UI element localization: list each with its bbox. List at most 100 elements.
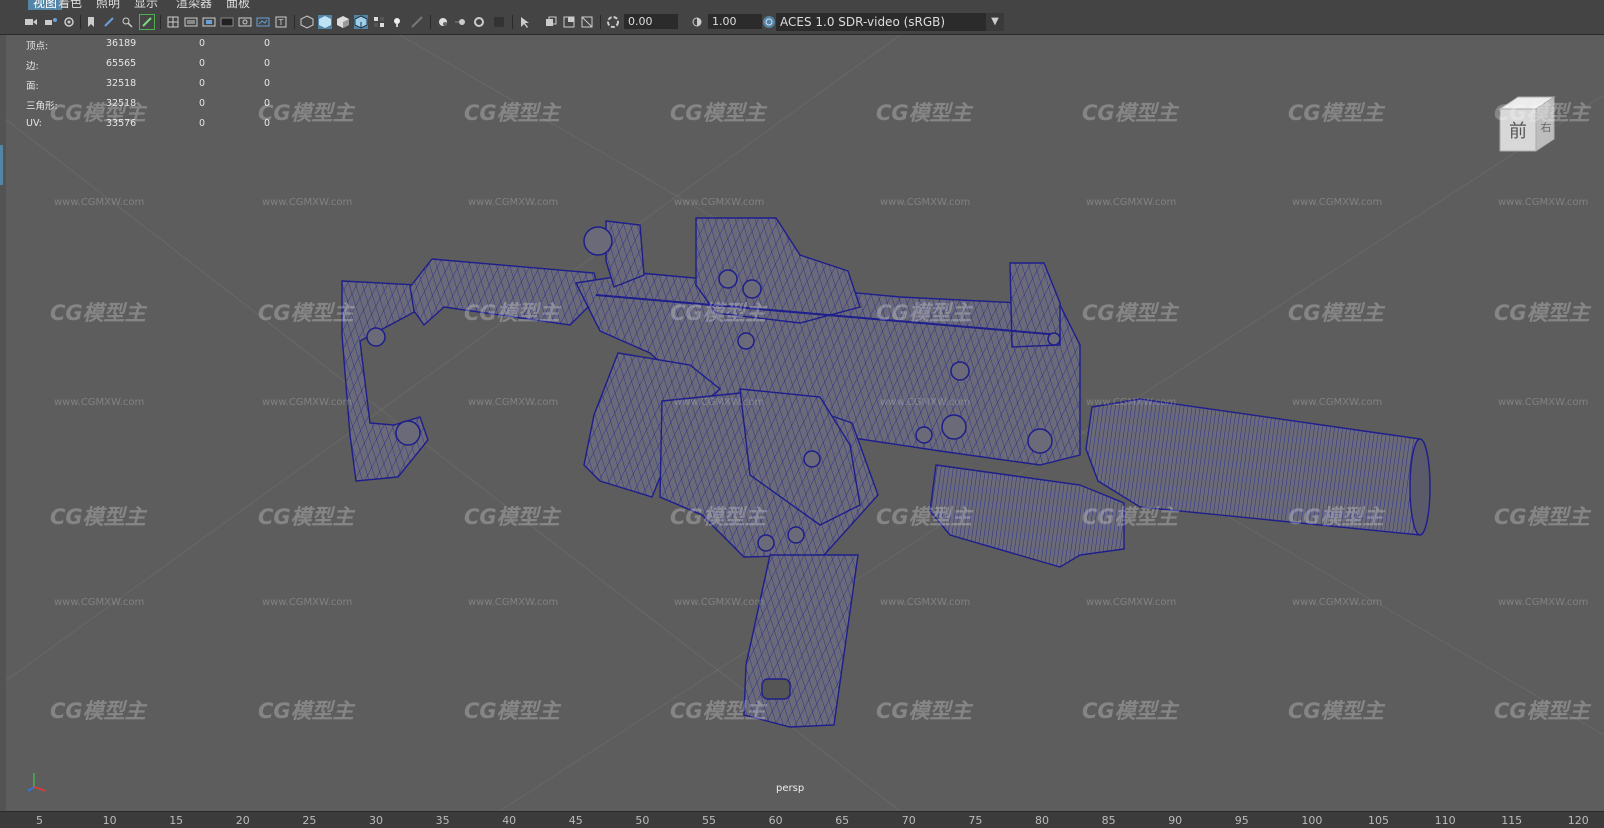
ruler-tick-label: 110 (1434, 814, 1456, 827)
exposure-icon[interactable] (606, 15, 620, 29)
xray-joints-icon[interactable] (562, 15, 576, 29)
gate-mask-icon[interactable] (220, 15, 234, 29)
watermark-logo: CG模型主 (1494, 101, 1590, 125)
watermark-url: www.CGMXW.com (468, 597, 559, 608)
hud-vertices-label: 顶点: (26, 41, 49, 52)
default-material-icon[interactable] (336, 15, 350, 29)
ruler-tick-label: 80 (1035, 814, 1049, 827)
menu-view[interactable]: 视图 (28, 0, 63, 10)
watermark-url: www.CGMXW.com (54, 397, 145, 408)
ruler-tick-label: 70 (901, 814, 916, 827)
wireframe-on-shaded-icon[interactable] (354, 15, 368, 29)
ruler-tick-label: 15 (169, 814, 184, 827)
menu-renderer[interactable]: 渲染器 (176, 0, 212, 10)
watermark-url: www.CGMXW.com (1086, 197, 1177, 208)
2d-pan-zoom-icon[interactable] (120, 15, 134, 29)
film-gate-icon[interactable] (184, 15, 198, 29)
shadows-icon[interactable] (410, 15, 424, 29)
ruler-tick-label: 105 (1368, 814, 1389, 827)
watermark-url: www.CGMXW.com (1086, 397, 1177, 408)
safe-action-icon[interactable] (256, 15, 270, 29)
camera-icon[interactable] (24, 15, 38, 29)
hud-uv-sel: 0 (199, 118, 206, 129)
axis-gizmo (27, 773, 47, 792)
watermark-logo: CG模型主 (464, 301, 560, 325)
ruler-tick-label: 115 (1501, 814, 1523, 827)
watermark-url: www.CGMXW.com (880, 397, 971, 408)
ruler-tick-label: 10 (102, 814, 117, 827)
watermark-logo: CG模型主 (1494, 699, 1590, 723)
watermark-url: www.CGMXW.com (1292, 397, 1383, 408)
model-rear-sight (605, 220, 645, 288)
color-space-dropdown[interactable]: ACES 1.0 SDR-video (sRGB) ▼ (776, 13, 1004, 31)
grid-icon[interactable] (166, 15, 180, 29)
menu-panels[interactable]: 面板 (226, 0, 250, 10)
ruler-tick-label: 75 (968, 814, 983, 827)
watermark-logo: CG模型主 (670, 101, 766, 125)
watermark-logo: CG模型主 (50, 699, 146, 723)
watermark-logo: CG模型主 (876, 101, 972, 125)
viewport-left-edge (0, 35, 6, 811)
bookmark-camera-icon[interactable] (62, 15, 76, 29)
wireframe-cube-icon[interactable] (300, 15, 314, 29)
hud-edges-value: 65565 (106, 58, 137, 69)
watermark-url: www.CGMXW.com (880, 197, 971, 208)
watermark-logo: CG模型主 (670, 301, 766, 325)
ruler-tick-label: 65 (835, 814, 850, 827)
menu-shading[interactable]: 着色 (58, 0, 82, 10)
watermark-logo: CG模型主 (1082, 101, 1178, 125)
perspective-viewport[interactable]: 顶点: 36189 0 0 边: 65565 0 0 面: 32518 0 0 … (0, 35, 1604, 811)
ruler-tick-label: 35 (435, 814, 450, 827)
watermark-url: www.CGMXW.com (1498, 597, 1589, 608)
ruler-tick-label: 45 (568, 814, 583, 827)
hud-edges-comp: 0 (264, 58, 271, 69)
image-plane-pencil-icon[interactable] (139, 14, 155, 30)
ruler-tick-label: 30 (369, 814, 383, 827)
watermark-logo: CG模型主 (1288, 101, 1384, 125)
ruler-tick-label: 95 (1234, 814, 1249, 827)
smooth-shade-icon[interactable] (318, 15, 332, 29)
ruler-tick-label: 100 (1301, 814, 1323, 827)
hud-vertices-value: 36189 (106, 38, 137, 49)
time-ruler[interactable]: 5 10 15 20 25 30 35 40 45 50 55 60 65 70 75 80 85 90 95 100… (0, 811, 1604, 828)
menu-show[interactable]: 显示 (134, 0, 158, 10)
grease-pencil-icon[interactable] (102, 15, 116, 29)
color-management-icon[interactable] (762, 15, 776, 29)
menu-lighting[interactable]: 照明 (96, 0, 120, 10)
motion-blur-icon[interactable] (454, 15, 468, 29)
exposure-field[interactable]: 0.00 (624, 14, 678, 29)
safe-title-icon[interactable]: T (274, 15, 288, 29)
isolate-select-icon[interactable] (518, 15, 532, 29)
watermark-url: www.CGMXW.com (468, 197, 559, 208)
textured-icon[interactable] (372, 15, 386, 29)
ruler-tick-label: 5 (36, 814, 43, 827)
watermark-logo: CG模型主 (1288, 301, 1384, 325)
bookmark-icon[interactable] (84, 15, 98, 29)
xray-components-icon[interactable] (580, 15, 594, 29)
watermark-logo: CG模型主 (464, 101, 560, 125)
resolution-gate-icon[interactable] (202, 15, 216, 29)
ruler-tick-label: 90 (1168, 814, 1183, 827)
field-chart-icon[interactable] (238, 15, 252, 29)
depth-of-field-icon[interactable] (492, 15, 506, 29)
watermark-url: www.CGMXW.com (674, 597, 765, 608)
ruler-tick-label: 50 (635, 814, 650, 827)
watermark-logo: CG模型主 (876, 301, 972, 325)
anti-aliasing-icon[interactable] (472, 15, 486, 29)
watermark-url: www.CGMXW.com (54, 597, 145, 608)
screen-space-ao-icon[interactable] (436, 15, 450, 29)
watermark-url: www.CGMXW.com (1292, 597, 1383, 608)
gamma-field[interactable]: 1.00 (708, 14, 762, 29)
watermark-url: www.CGMXW.com (1086, 597, 1177, 608)
watermark-logo: CG模型主 (258, 301, 354, 325)
watermark-logo: CG模型主 (258, 505, 354, 529)
camera-attributes-icon[interactable] (44, 15, 58, 29)
camera-label: persp (776, 783, 805, 794)
watermark-logo: CG模型主 (464, 505, 560, 529)
ruler-tick-label: 120 (1567, 814, 1589, 827)
xray-icon[interactable] (544, 15, 558, 29)
use-all-lights-icon[interactable] (390, 15, 404, 29)
chevron-down-icon[interactable]: ▼ (986, 13, 1004, 31)
panel-toolbar: T 0.00 1.00 ACES 1.0 SDR-video (sRGB) ▼ (0, 10, 1604, 35)
gamma-icon[interactable] (690, 15, 704, 29)
